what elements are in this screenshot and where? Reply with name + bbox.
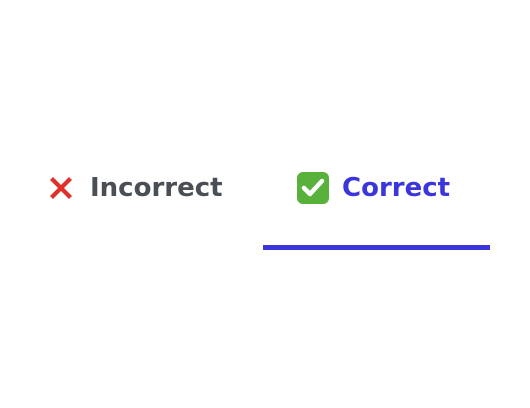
tab-incorrect[interactable]: Incorrect <box>36 150 263 250</box>
check-mark-button-icon <box>296 171 330 205</box>
tab-incorrect-content: Incorrect <box>36 170 263 206</box>
tab-incorrect-label: Incorrect <box>90 173 223 203</box>
cross-mark-icon <box>44 171 78 205</box>
active-tab-indicator <box>263 245 490 250</box>
tab-correct-content: Correct <box>263 170 490 206</box>
tab-correct-label: Correct <box>342 173 451 203</box>
tab-correct[interactable]: Correct <box>263 150 490 250</box>
tab-bar: Incorrect Correct <box>36 150 490 250</box>
